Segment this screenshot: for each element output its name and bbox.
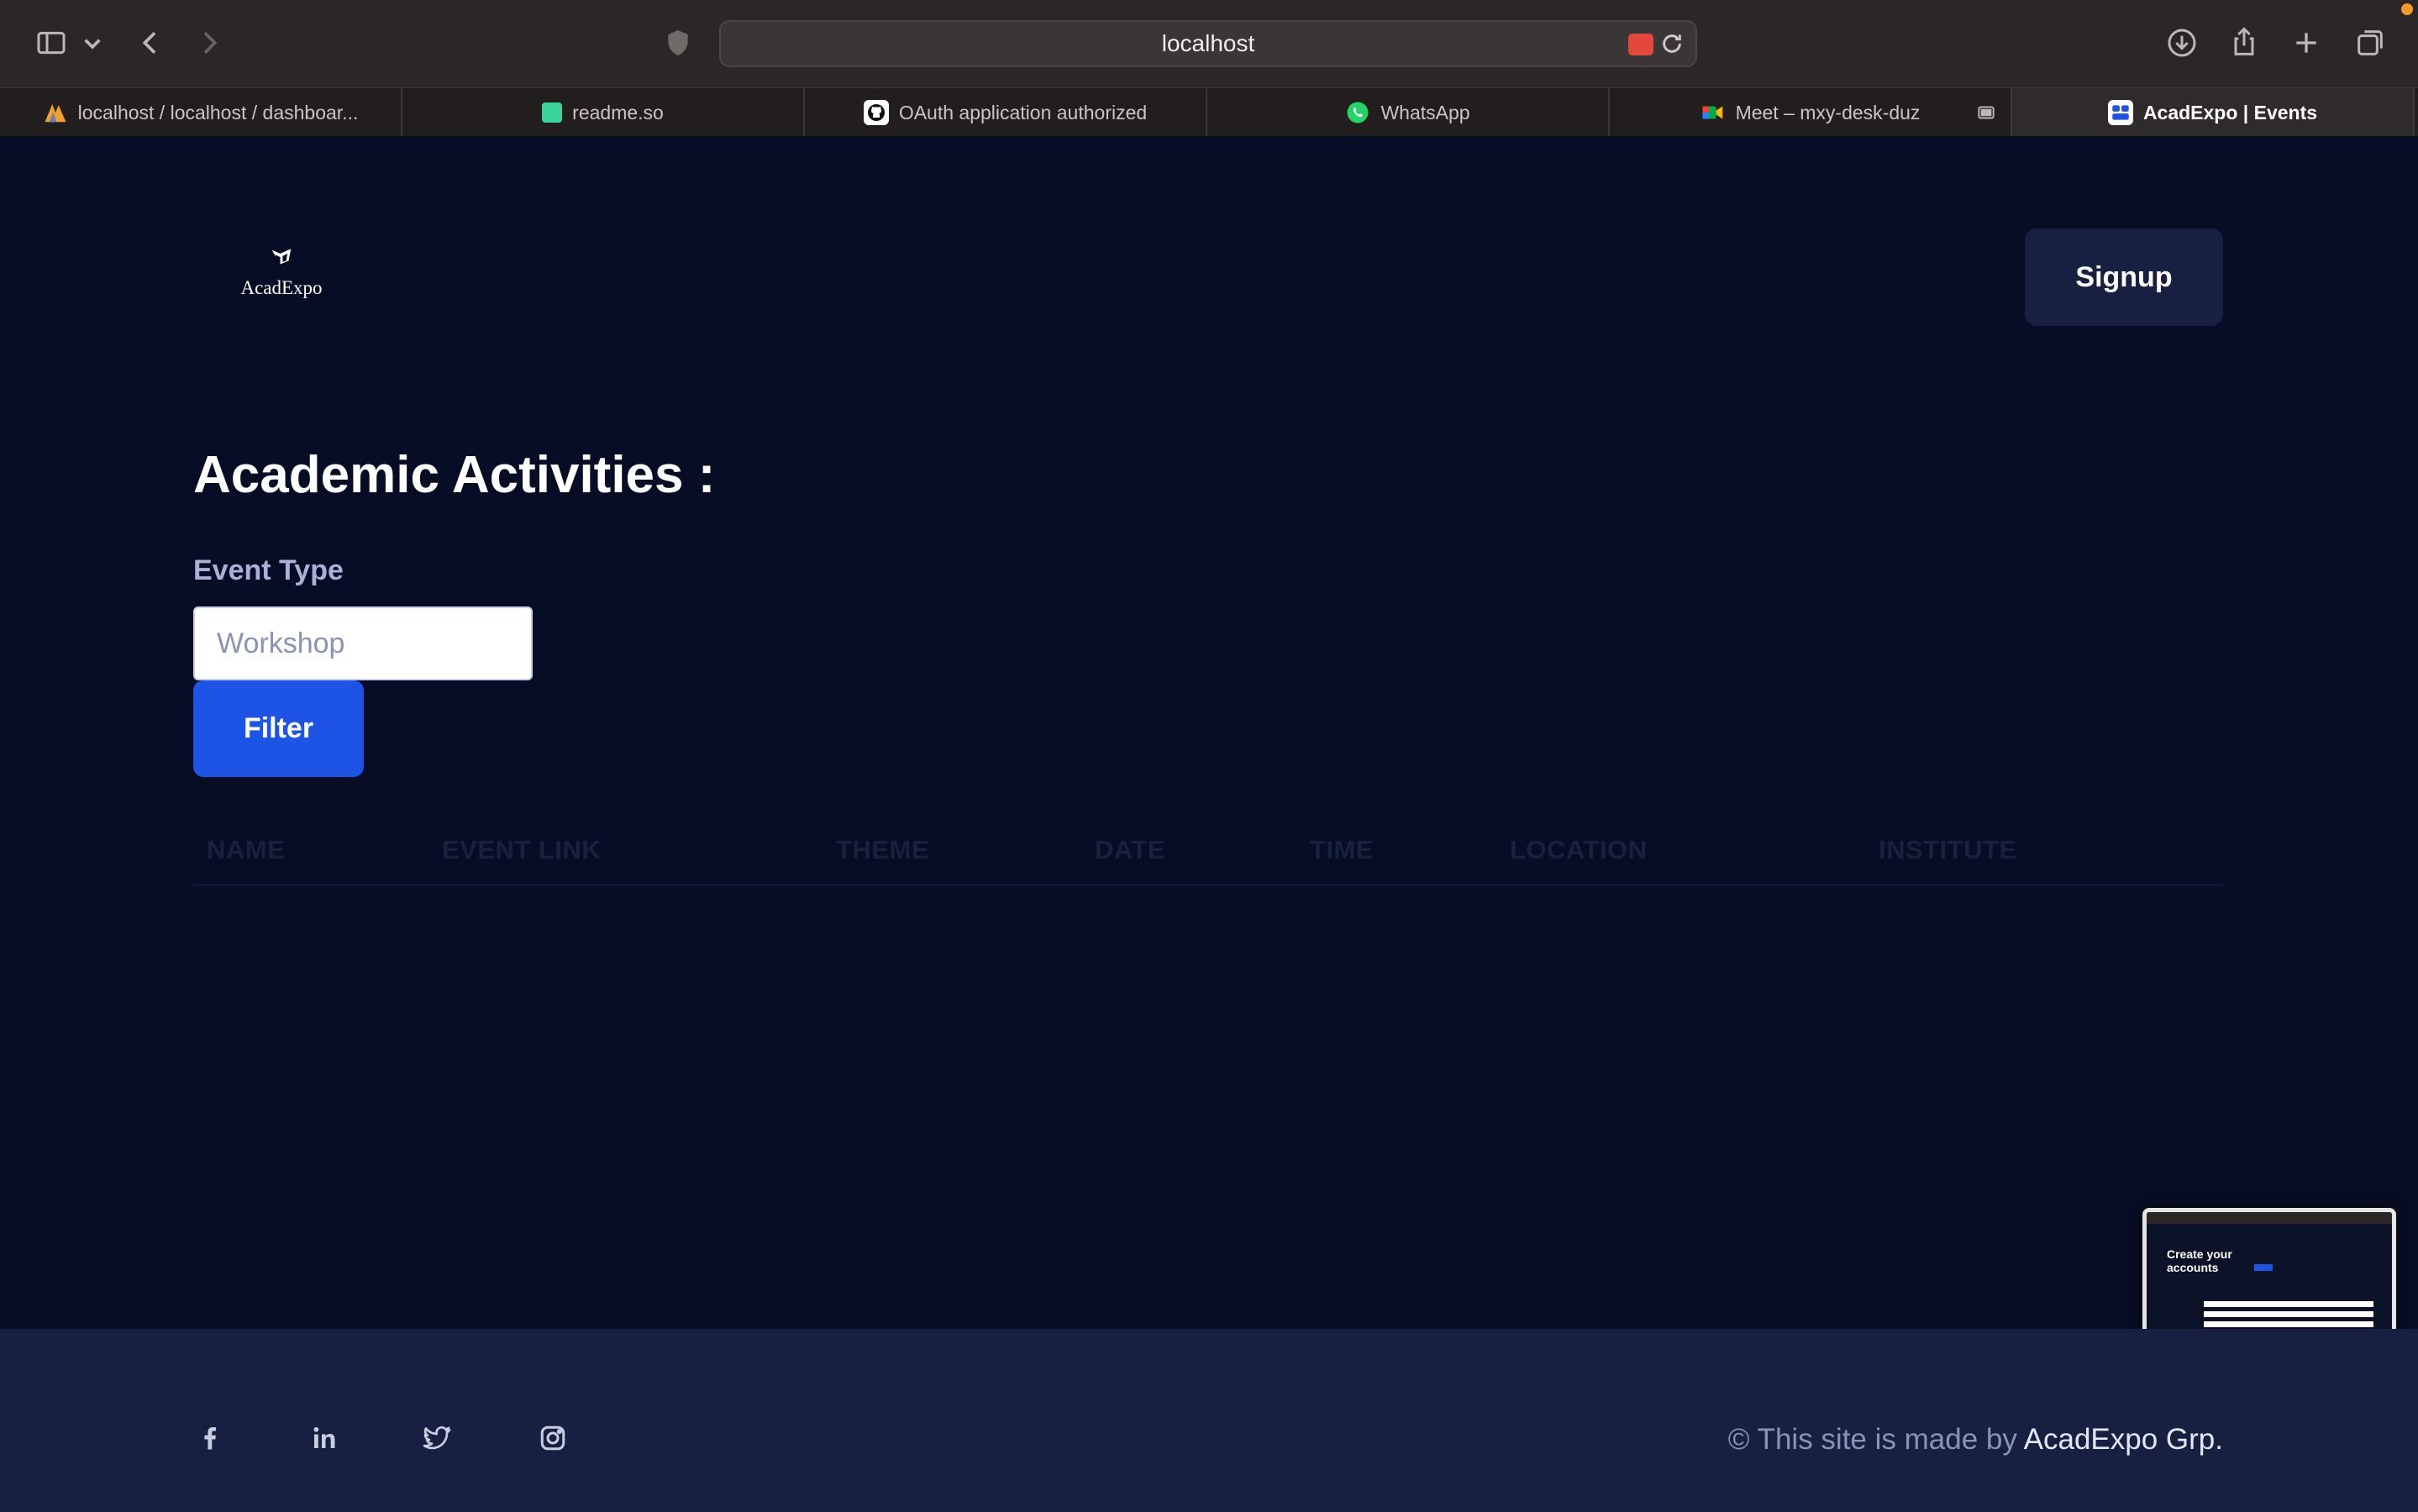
copyright-brand: AcadExpo Grp. xyxy=(2023,1423,2223,1456)
page: AcadExpo Signup Academic Activities : Ev… xyxy=(0,136,2418,1512)
thumbnail-title: Create your accounts xyxy=(2167,1247,2232,1274)
tab-github-oauth[interactable]: OAuth application authorized xyxy=(805,88,1207,137)
tab-readme[interactable]: readme.so xyxy=(402,88,805,137)
tab-phpmyadmin[interactable]: localhost / localhost / dashboar... xyxy=(0,88,402,137)
browser-chrome: localhost localhost / localhost / dashbo… xyxy=(0,0,2418,137)
thumbnail-field xyxy=(2204,1301,2373,1307)
github-icon xyxy=(863,100,889,125)
back-icon[interactable] xyxy=(131,24,170,62)
filter-button[interactable]: Filter xyxy=(193,680,364,777)
downloads-icon[interactable] xyxy=(2163,24,2201,62)
twitter-icon[interactable] xyxy=(417,1418,457,1458)
column-header-time: TIME xyxy=(1310,835,1375,864)
phpmyadmin-icon xyxy=(43,100,68,125)
thumbnail-browser-bar xyxy=(2147,1212,2392,1224)
column-header-name: NAME xyxy=(207,835,286,864)
linkedin-icon[interactable] xyxy=(304,1418,344,1458)
tab-title: WhatsApp xyxy=(1380,101,1470,123)
chevron-down-icon[interactable] xyxy=(76,24,109,62)
tab-title: localhost / localhost / dashboar... xyxy=(77,101,359,123)
signup-button[interactable]: Signup xyxy=(2025,228,2223,326)
event-type-label: Event Type xyxy=(193,554,344,586)
url-text: localhost xyxy=(1161,30,1255,56)
column-header-location: LOCATION xyxy=(1510,835,1648,864)
page-title: Academic Activities : xyxy=(193,446,716,504)
whatsapp-icon xyxy=(1345,100,1370,125)
tab-title: AcadExpo | Events xyxy=(2142,101,2318,123)
instagram-icon[interactable] xyxy=(533,1418,573,1458)
tab-whatsapp[interactable]: WhatsApp xyxy=(1207,88,1610,137)
readme-icon xyxy=(542,102,563,123)
thumbnail-button xyxy=(2254,1264,2273,1271)
extension-icon[interactable] xyxy=(1628,34,1653,55)
forward-icon[interactable] xyxy=(190,24,229,62)
logo-mark-icon xyxy=(271,249,292,267)
copyright-text: © This site is made by AcadExpo Grp. xyxy=(1728,1423,2223,1457)
event-type-input[interactable] xyxy=(193,606,533,680)
share-icon[interactable] xyxy=(2225,24,2263,62)
logo-text: AcadExpo xyxy=(240,277,323,298)
google-meet-icon xyxy=(1700,100,1726,125)
tab-title: readme.so xyxy=(572,101,664,123)
tab-acadexpo-events[interactable]: AcadExpo | Events xyxy=(2012,88,2415,137)
column-header-theme: THEME xyxy=(836,835,929,864)
column-header-institute: INSTITUTE xyxy=(1879,835,2017,864)
reload-icon[interactable] xyxy=(1658,30,1685,57)
acadexpo-icon xyxy=(2107,100,2133,125)
tab-overview-icon[interactable] xyxy=(2351,24,2389,62)
column-header-date: DATE xyxy=(1095,835,1166,864)
privacy-shield-icon[interactable] xyxy=(659,24,697,62)
new-tab-icon[interactable] xyxy=(2287,24,2326,62)
tab-title: OAuth application authorized xyxy=(898,101,1148,123)
picture-in-picture-icon[interactable] xyxy=(1974,102,1999,123)
footer: © This site is made by AcadExpo Grp. xyxy=(0,1329,2418,1512)
column-header-event-link: EVENT LINK xyxy=(442,835,602,864)
tab-title: Meet – mxy-desk-duz xyxy=(1735,101,1921,123)
thumbnail-field xyxy=(2204,1321,2373,1327)
sidebar-toggle-icon[interactable] xyxy=(32,24,71,62)
tab-google-meet[interactable]: Meet – mxy-desk-duz xyxy=(1610,88,2012,137)
address-bar[interactable]: localhost xyxy=(719,20,1697,67)
tab-bar: localhost / localhost / dashboar... read… xyxy=(0,87,2418,137)
thumbnail-field xyxy=(2204,1311,2373,1317)
copyright-prefix: © This site is made by xyxy=(1727,1423,2017,1456)
notification-dot xyxy=(2401,3,2413,15)
logo[interactable]: AcadExpo xyxy=(235,245,328,299)
events-table: NAME EVENT LINK THEME DATE TIME LOCATION… xyxy=(193,825,2223,885)
facebook-icon[interactable] xyxy=(190,1418,230,1458)
browser-toolbar: localhost xyxy=(0,0,2418,87)
table-header: NAME EVENT LINK THEME DATE TIME LOCATION… xyxy=(193,825,2223,884)
